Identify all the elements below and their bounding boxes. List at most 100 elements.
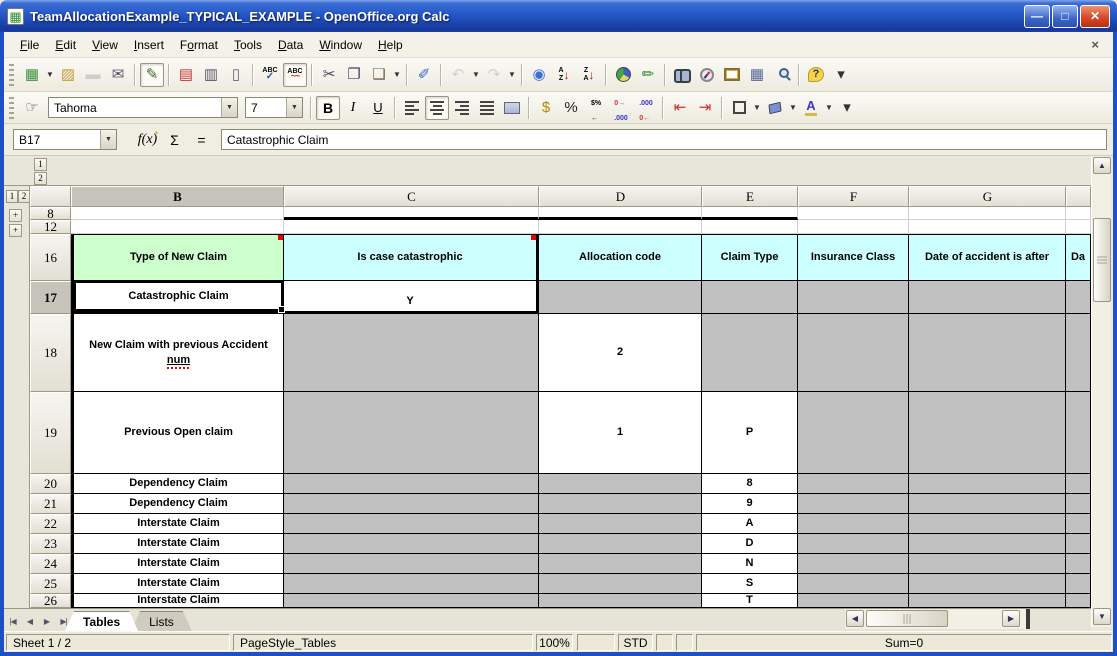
align-right-button[interactable] [450, 96, 474, 120]
spellcheck-button[interactable]: ABC✓ [258, 63, 282, 87]
cell-E8[interactable] [702, 207, 798, 220]
toolbar-grip[interactable] [9, 64, 14, 86]
scroll-down-button[interactable]: ▼ [1093, 608, 1111, 625]
scroll-right-button[interactable]: ▶ [1002, 610, 1020, 627]
align-left-button[interactable] [400, 96, 424, 120]
cell-C8[interactable] [284, 207, 539, 220]
function-button[interactable]: = [188, 129, 215, 151]
cell-H23[interactable] [1066, 534, 1091, 554]
cell-D18[interactable]: 2 [539, 314, 702, 392]
new-document-button[interactable]: ▦ [20, 63, 44, 87]
font-color-dropdown-icon[interactable]: ▼ [824, 96, 834, 120]
toolbar-grip[interactable] [9, 97, 14, 119]
sheet-tab-lists[interactable]: Lists [131, 611, 192, 631]
column-header-e[interactable]: E [702, 186, 798, 207]
cell-B19[interactable]: Previous Open claim [71, 392, 284, 474]
cell-H26[interactable] [1066, 594, 1091, 608]
cell-D26[interactable] [539, 594, 702, 608]
menu-file[interactable]: File [12, 34, 47, 56]
cell-D16[interactable]: Allocation code [539, 234, 702, 281]
title-bar[interactable]: ▦ TeamAllocationExample_TYPICAL_EXAMPLE … [0, 0, 1117, 32]
cell-D23[interactable] [539, 534, 702, 554]
cell-B25[interactable]: Interstate Claim [71, 574, 284, 594]
sum-indicator[interactable]: Sum=0 [696, 634, 1112, 651]
align-center-button[interactable] [425, 96, 449, 120]
cell-G20[interactable] [909, 474, 1066, 494]
cell-D12[interactable] [539, 220, 702, 234]
cell-C24[interactable] [284, 554, 539, 574]
outline-expand-button[interactable]: + [9, 224, 22, 237]
insert-chart-button[interactable] [611, 63, 635, 87]
page-style-indicator[interactable]: PageStyle_Tables [233, 634, 533, 651]
close-document-icon[interactable]: × [1087, 37, 1103, 52]
zoom-button[interactable] [770, 63, 794, 87]
number-format-standard-button[interactable]: $%← [584, 96, 608, 120]
delete-decimal-place-button[interactable]: .0000← [634, 96, 658, 120]
row-header-12[interactable]: 12 [30, 220, 71, 234]
maximize-button[interactable]: □ [1052, 5, 1078, 28]
column-header-b[interactable]: B [71, 186, 284, 207]
cell-D8[interactable] [539, 207, 702, 220]
cell-H21[interactable] [1066, 494, 1091, 514]
cell-B26[interactable]: Interstate Claim [71, 594, 284, 608]
vertical-scrollbar[interactable]: ▲▼ [1091, 156, 1111, 627]
cell-B17[interactable]: Catastrophic Claim [71, 281, 284, 314]
cell-D22[interactable] [539, 514, 702, 534]
cell-E24[interactable]: N [702, 554, 798, 574]
cell-B12[interactable] [71, 220, 284, 234]
font-name-dropdown-icon[interactable]: ▼ [221, 98, 237, 117]
format-paintbrush-button[interactable]: ✐ [412, 63, 436, 87]
cell-H8[interactable] [1066, 207, 1091, 220]
redo-dropdown-icon[interactable]: ▼ [507, 63, 517, 87]
document-as-email-button[interactable]: ✉ [106, 63, 130, 87]
toolbar-options-button[interactable]: ▾ [829, 63, 853, 87]
cell-D25[interactable] [539, 574, 702, 594]
paste-button[interactable]: ❑ [367, 63, 391, 87]
row-header-23[interactable]: 23 [30, 534, 71, 554]
cell-C26[interactable] [284, 594, 539, 608]
row-header-22[interactable]: 22 [30, 514, 71, 534]
cell-G12[interactable] [909, 220, 1066, 234]
horizontal-scroll-thumb[interactable] [866, 610, 948, 627]
cell-G23[interactable] [909, 534, 1066, 554]
decrease-indent-button[interactable]: ⇤ [668, 96, 692, 120]
next-sheet-button[interactable]: ▶ [38, 612, 55, 630]
row-header-16[interactable]: 16 [30, 234, 71, 281]
menu-edit[interactable]: Edit [47, 34, 84, 56]
cell-B16[interactable]: Type of New Claim [71, 234, 284, 281]
cell-D21[interactable] [539, 494, 702, 514]
cell-F19[interactable] [798, 392, 909, 474]
font-color-button[interactable]: A [799, 96, 823, 120]
cell-B8[interactable] [71, 207, 284, 220]
cell-E20[interactable]: 8 [702, 474, 798, 494]
borders-button[interactable] [727, 96, 751, 120]
bold-button[interactable]: B [316, 96, 340, 120]
row-header-19[interactable]: 19 [30, 392, 71, 474]
name-box[interactable]: B17 ▼ [13, 129, 117, 150]
menu-help[interactable]: Help [370, 34, 411, 56]
gallery-button[interactable] [720, 63, 744, 87]
cell-C22[interactable] [284, 514, 539, 534]
cell-D19[interactable]: 1 [539, 392, 702, 474]
row-header-24[interactable]: 24 [30, 554, 71, 574]
vertical-scroll-thumb[interactable] [1093, 218, 1111, 302]
redo-button[interactable]: ↷ [482, 63, 506, 87]
cell-C12[interactable] [284, 220, 539, 234]
auto-spellcheck-button[interactable]: ABC~~ [283, 63, 307, 87]
horizontal-scrollbar[interactable]: ◀▶ [845, 609, 1026, 629]
cell-F22[interactable] [798, 514, 909, 534]
background-color-button[interactable] [763, 96, 787, 120]
minimize-button[interactable]: — [1024, 5, 1050, 28]
find-replace-button[interactable] [670, 63, 694, 87]
hyperlink-button[interactable]: ◉ [527, 63, 551, 87]
cell-B24[interactable]: Interstate Claim [71, 554, 284, 574]
draw-functions-button[interactable]: ✏ [636, 63, 660, 87]
navigator-button[interactable] [695, 63, 719, 87]
menu-tools[interactable]: Tools [226, 34, 270, 56]
previous-sheet-button[interactable]: ◀ [21, 612, 38, 630]
cut-button[interactable]: ✂ [317, 63, 341, 87]
cell-E19[interactable]: P [702, 392, 798, 474]
cell-H19[interactable] [1066, 392, 1091, 474]
menu-insert[interactable]: Insert [126, 34, 172, 56]
merge-cells-button[interactable] [500, 96, 524, 120]
